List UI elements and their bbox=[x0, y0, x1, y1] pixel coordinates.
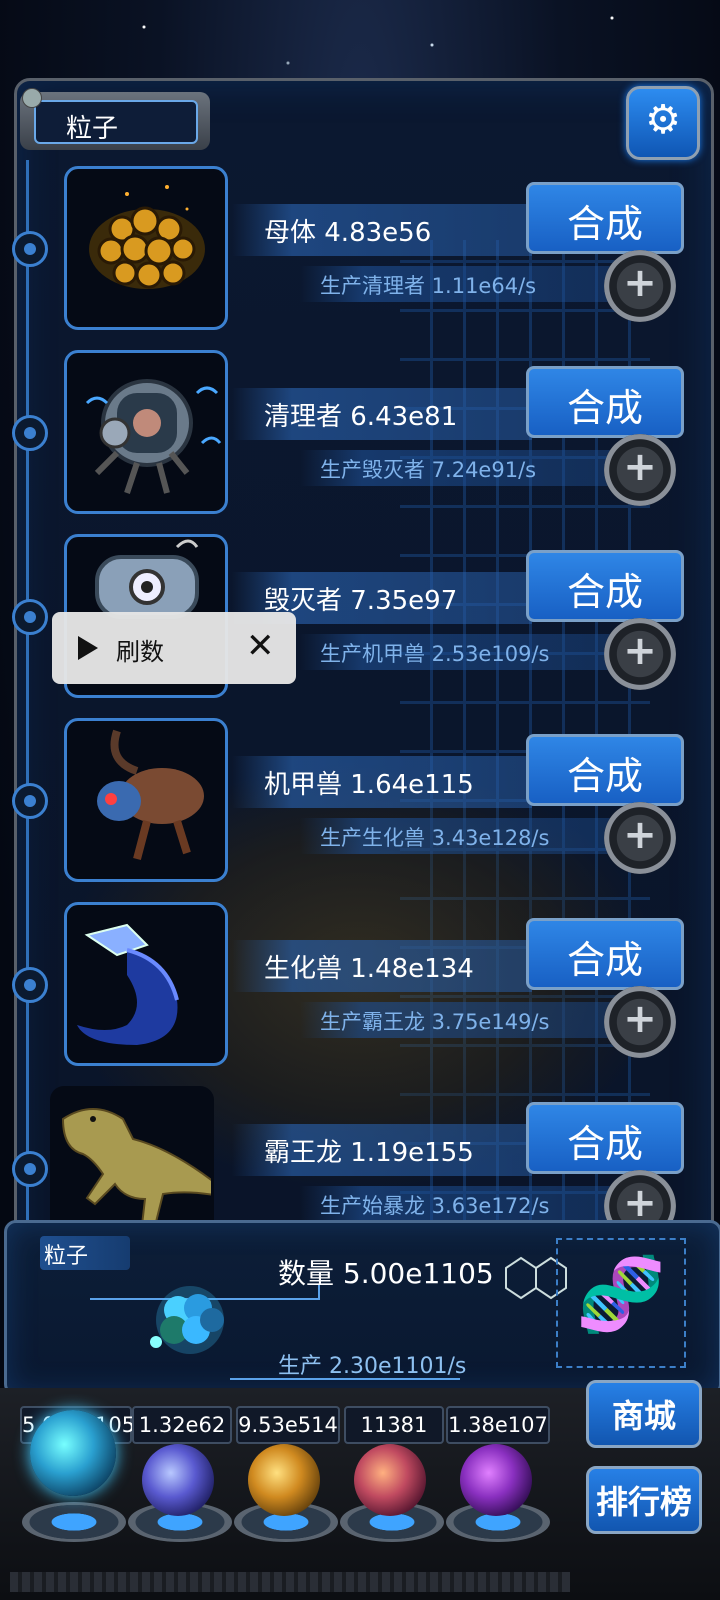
settings-button[interactable]: ⚙ bbox=[626, 86, 700, 160]
production-rate: 生产生化兽 3.43e128/s bbox=[320, 826, 550, 850]
brain-orb-icon[interactable] bbox=[354, 1444, 426, 1516]
toast-label[interactable]: 刷数 bbox=[116, 632, 164, 667]
page-title: 粒子 bbox=[66, 114, 119, 144]
resource-value-5: 1.38e107 bbox=[446, 1406, 550, 1444]
combine-label: 合成 bbox=[566, 754, 643, 798]
particle-icon bbox=[140, 1280, 240, 1360]
rank-button[interactable]: 排行榜 bbox=[586, 1466, 702, 1534]
production-rate: 生产清理者 1.11e64/s bbox=[320, 274, 537, 298]
combine-button[interactable]: 合成 bbox=[526, 734, 684, 806]
combine-label: 合成 bbox=[566, 202, 643, 246]
screw-icon bbox=[22, 88, 42, 108]
starfield bbox=[0, 0, 720, 90]
creature-row-2: 清理者 6.43e81 合成 生产毁灭者 7.24e91/s + bbox=[0, 350, 720, 530]
particle-tag-label: 粒子 bbox=[44, 1244, 89, 1269]
creature-name: 机甲兽 1.64e115 bbox=[264, 770, 474, 800]
combine-label: 合成 bbox=[566, 386, 643, 430]
particle-production: 生产 2.30e1101/s bbox=[278, 1354, 467, 1379]
creature-name: 生化兽 1.48e134 bbox=[264, 954, 474, 984]
add-button[interactable]: + bbox=[604, 250, 676, 322]
timeline-node bbox=[12, 415, 48, 451]
production-rate: 生产始暴龙 3.63e172/s bbox=[320, 1194, 550, 1218]
production-rate: 生产霸王龙 3.75e149/s bbox=[320, 1010, 550, 1034]
creature-row-4: 机甲兽 1.64e115 合成 生产生化兽 3.43e128/s + bbox=[0, 718, 720, 898]
creature-name: 毁灭者 7.35e97 bbox=[264, 586, 458, 616]
add-button[interactable]: + bbox=[604, 986, 676, 1058]
add-button[interactable]: + bbox=[604, 618, 676, 690]
combine-button[interactable]: 合成 bbox=[526, 366, 684, 438]
add-button[interactable]: + bbox=[604, 802, 676, 874]
creature-row-5: 生化兽 1.48e134 合成 生产霸王龙 3.75e149/s + bbox=[0, 902, 720, 1082]
plus-icon: + bbox=[623, 628, 657, 674]
play-icon[interactable] bbox=[78, 636, 98, 660]
shop-button[interactable]: 商城 bbox=[586, 1380, 702, 1448]
timeline-node bbox=[12, 783, 48, 819]
timeline-node bbox=[12, 231, 48, 267]
production-rate: 生产毁灭者 7.24e91/s bbox=[320, 458, 537, 482]
plus-icon: + bbox=[623, 444, 657, 490]
robot-icon[interactable] bbox=[64, 350, 228, 514]
combine-button[interactable]: 合成 bbox=[526, 550, 684, 622]
timeline-node bbox=[12, 967, 48, 1003]
plus-icon: + bbox=[623, 812, 657, 858]
creature-name: 清理者 6.43e81 bbox=[264, 402, 458, 432]
plus-icon: + bbox=[623, 260, 657, 306]
particle-count: 数量 5.00e1105 bbox=[278, 1257, 494, 1290]
timeline-node bbox=[12, 599, 48, 635]
combine-label: 合成 bbox=[566, 1122, 643, 1166]
rank-label: 排行榜 bbox=[595, 1483, 692, 1521]
add-button[interactable]: + bbox=[604, 434, 676, 506]
combine-button[interactable]: 合成 bbox=[526, 918, 684, 990]
resource-value-3: 9.53e514 bbox=[236, 1406, 340, 1444]
resource-value-2: 1.32e62 bbox=[132, 1406, 232, 1444]
close-icon[interactable]: ✕ bbox=[246, 626, 275, 666]
timeline-node bbox=[12, 1151, 48, 1187]
pedestal bbox=[22, 1502, 126, 1542]
beast-icon[interactable] bbox=[64, 718, 228, 882]
resource-value-4: 11381 bbox=[344, 1406, 444, 1444]
production-rate: 生产机甲兽 2.53e109/s bbox=[320, 642, 550, 666]
dragon-icon[interactable] bbox=[64, 902, 228, 1066]
vortex-orb-icon[interactable] bbox=[460, 1444, 532, 1516]
dna-icon: 🧬 bbox=[556, 1238, 686, 1368]
particle-orb-icon[interactable] bbox=[30, 1410, 116, 1496]
plus-icon: + bbox=[623, 996, 657, 1042]
fire-orb-icon[interactable] bbox=[248, 1444, 320, 1516]
combine-button[interactable]: 合成 bbox=[526, 182, 684, 254]
rock-icon[interactable] bbox=[64, 166, 228, 330]
combine-button[interactable]: 合成 bbox=[526, 1102, 684, 1174]
creature-name: 母体 4.83e56 bbox=[264, 218, 432, 248]
lightning-orb-icon[interactable] bbox=[142, 1444, 214, 1516]
creature-row-1: 母体 4.83e56 合成 生产清理者 1.11e64/s + bbox=[0, 166, 720, 346]
combine-label: 合成 bbox=[566, 570, 643, 614]
creature-name: 霸王龙 1.19e155 bbox=[264, 1138, 474, 1168]
bottom-strip bbox=[10, 1572, 570, 1592]
gear-icon: ⚙ bbox=[645, 97, 681, 143]
shop-label: 商城 bbox=[611, 1397, 676, 1435]
combine-label: 合成 bbox=[566, 938, 643, 982]
